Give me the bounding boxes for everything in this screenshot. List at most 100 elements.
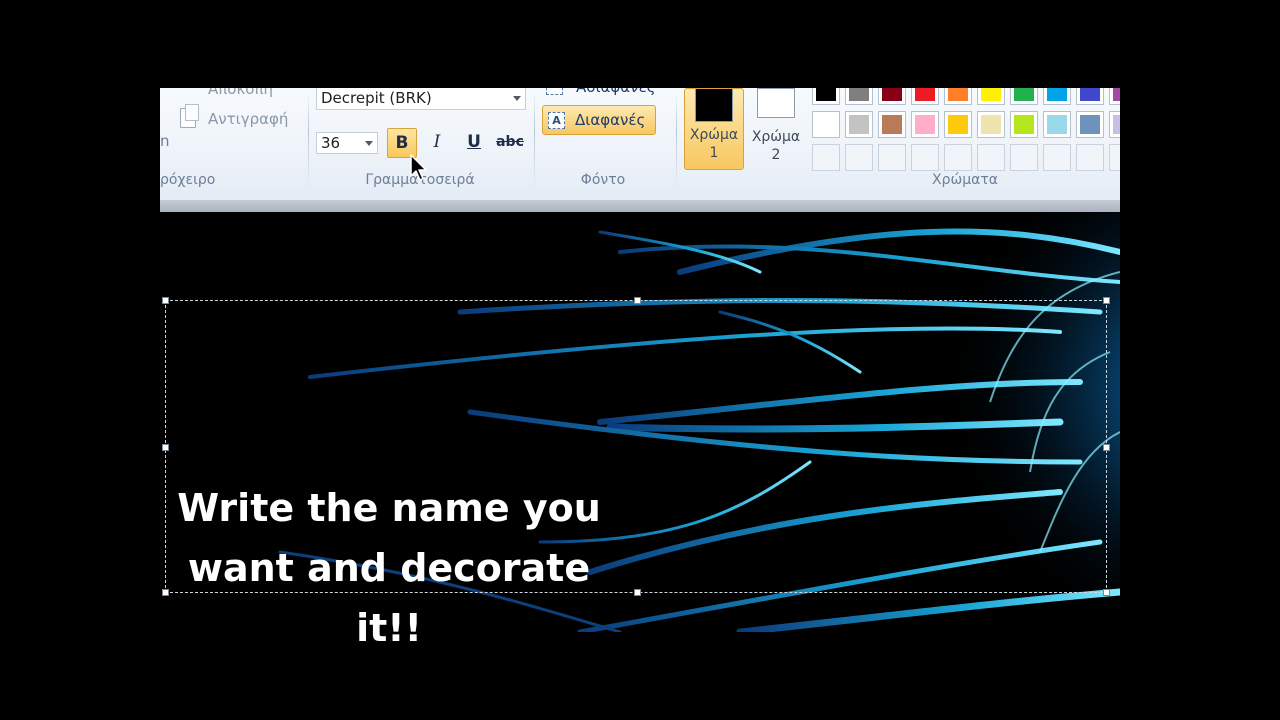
cut-label: Αποκοπή xyxy=(208,88,274,98)
swatch-fill xyxy=(849,88,869,101)
swatch-fill xyxy=(981,115,1001,134)
palette-color-swatch[interactable] xyxy=(944,111,972,138)
palette-color-swatch[interactable] xyxy=(812,88,840,105)
swatch-fill xyxy=(1047,88,1067,101)
resize-handle[interactable] xyxy=(1103,297,1110,304)
color2-number: 2 xyxy=(771,147,781,163)
swatch-fill xyxy=(1080,115,1100,134)
separator xyxy=(308,92,309,190)
resize-handle[interactable] xyxy=(634,297,641,304)
strikethrough-button[interactable]: abc xyxy=(493,128,527,158)
paste-button[interactable]: n xyxy=(160,132,170,150)
swatch-fill xyxy=(1014,88,1034,101)
resize-handle[interactable] xyxy=(1103,589,1110,596)
swatch-fill xyxy=(915,88,935,101)
paste-label: n xyxy=(160,132,170,150)
ribbon: Αποκοπή Αντιγραφή n ρόχειρο Decrepit (BR… xyxy=(160,88,1120,201)
palette-color-swatch[interactable] xyxy=(1109,88,1120,105)
swatch-fill xyxy=(1113,115,1120,134)
swatch-fill xyxy=(948,88,968,101)
palette-custom-slot[interactable] xyxy=(977,144,1005,171)
font-size-value: 36 xyxy=(321,134,341,152)
swatch-fill xyxy=(1014,115,1034,134)
transparent-icon: A xyxy=(548,112,565,129)
palette-custom-slot[interactable] xyxy=(1043,144,1071,171)
opaque-label: Αδιαφανές xyxy=(576,88,655,96)
italic-icon: I xyxy=(433,132,441,152)
transparent-label: Διαφανές xyxy=(575,111,646,129)
opaque-icon xyxy=(546,88,563,95)
tutorial-caption: Write the name you want and decorate it!… xyxy=(160,478,618,658)
resize-handle[interactable] xyxy=(634,589,641,596)
swatch-fill xyxy=(882,115,902,134)
underline-icon: U xyxy=(467,132,481,152)
resize-handle[interactable] xyxy=(1103,444,1110,451)
caption-line: want and decorate xyxy=(187,546,591,590)
font-size-dropdown[interactable]: 36 xyxy=(316,132,378,154)
palette-custom-slot[interactable] xyxy=(1076,144,1104,171)
copy-icon xyxy=(180,104,199,128)
palette-custom-slot[interactable] xyxy=(845,144,873,171)
palette-custom-slot[interactable] xyxy=(878,144,906,171)
palette-color-swatch[interactable] xyxy=(911,111,939,138)
colors-group-label: Χρώματα xyxy=(932,172,998,188)
swatch-fill xyxy=(915,115,935,134)
palette-color-swatch[interactable] xyxy=(845,88,873,105)
palette-color-swatch[interactable] xyxy=(812,111,840,138)
bold-icon: B xyxy=(395,133,409,153)
palette-color-swatch[interactable] xyxy=(1010,111,1038,138)
palette-color-swatch[interactable] xyxy=(1043,111,1071,138)
swatch-fill xyxy=(948,115,968,134)
chevron-down-icon xyxy=(513,96,521,101)
swatch-fill xyxy=(981,88,1001,101)
palette-custom-slot[interactable] xyxy=(911,144,939,171)
swatch-fill xyxy=(816,115,836,134)
underline-button[interactable]: U xyxy=(459,128,489,158)
resize-handle[interactable] xyxy=(162,444,169,451)
palette-color-swatch[interactable] xyxy=(977,111,1005,138)
caption-line: Write the name you xyxy=(177,486,601,530)
palette-color-swatch[interactable] xyxy=(1043,88,1071,105)
clipboard-group-label: ρόχειρο xyxy=(160,172,216,188)
swatch-fill xyxy=(849,115,869,134)
color1-selector[interactable]: Χρώμα 1 xyxy=(684,88,744,170)
palette-custom-slot[interactable] xyxy=(812,144,840,171)
separator xyxy=(534,92,535,190)
transparent-button[interactable]: A Διαφανές xyxy=(542,105,656,135)
opaque-button[interactable]: Αδιαφανές xyxy=(544,88,656,100)
swatch-fill xyxy=(882,88,902,101)
palette-color-swatch[interactable] xyxy=(878,88,906,105)
mouse-pointer-icon xyxy=(410,154,427,181)
font-family-value: Decrepit (BRK) xyxy=(321,89,432,107)
color1-number: 1 xyxy=(709,145,719,161)
palette-custom-slot[interactable] xyxy=(944,144,972,171)
swatch-fill xyxy=(1047,115,1067,134)
palette-color-swatch[interactable] xyxy=(944,88,972,105)
palette-color-swatch[interactable] xyxy=(977,88,1005,105)
swatch-fill xyxy=(1113,88,1120,101)
palette-custom-slot[interactable] xyxy=(1109,144,1120,171)
color2-selector[interactable]: Χρώμα 2 xyxy=(746,88,806,170)
resize-handle[interactable] xyxy=(162,297,169,304)
cut-button[interactable]: Αποκοπή xyxy=(208,88,273,98)
copy-button[interactable]: Αντιγραφή xyxy=(208,110,288,128)
palette-color-swatch[interactable] xyxy=(878,111,906,138)
copy-label: Αντιγραφή xyxy=(208,110,289,128)
swatch-fill xyxy=(1080,88,1100,101)
font-family-dropdown[interactable]: Decrepit (BRK) xyxy=(316,88,526,110)
color1-swatch xyxy=(695,89,733,122)
palette-color-swatch[interactable] xyxy=(1076,88,1104,105)
color2-label: Χρώμα xyxy=(751,129,801,145)
palette-color-swatch[interactable] xyxy=(1010,88,1038,105)
chevron-down-icon xyxy=(365,141,373,146)
palette-color-swatch[interactable] xyxy=(845,111,873,138)
color1-label: Χρώμα xyxy=(689,127,739,143)
palette-color-swatch[interactable] xyxy=(1076,111,1104,138)
palette-color-swatch[interactable] xyxy=(911,88,939,105)
strikethrough-icon: abc xyxy=(496,134,524,150)
ribbon-shadow xyxy=(160,200,1120,212)
palette-color-swatch[interactable] xyxy=(1109,111,1120,138)
palette-custom-slot[interactable] xyxy=(1010,144,1038,171)
separator xyxy=(676,92,677,190)
color2-swatch xyxy=(757,88,795,118)
